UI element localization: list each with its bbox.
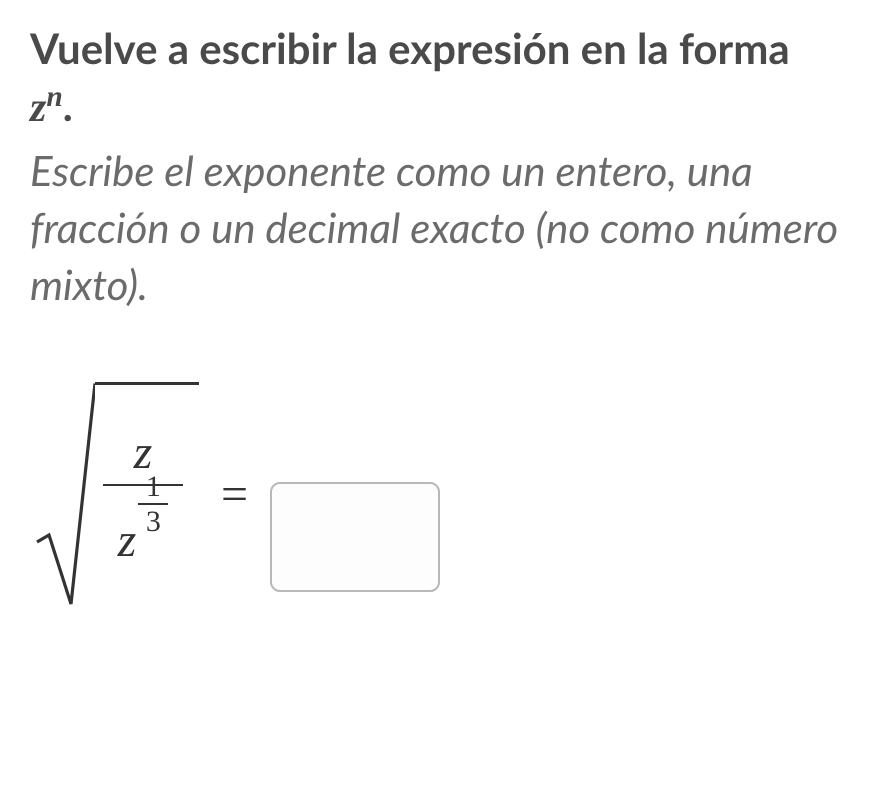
denominator-content: z 1 3 <box>118 490 169 568</box>
equals-sign: = <box>221 467 248 522</box>
main-fraction: z z 1 3 <box>103 421 183 573</box>
math-z-base: z <box>30 85 46 131</box>
prompt-period: . <box>63 80 73 130</box>
prompt-instruction: Vuelve a escribir la expresión en la for… <box>30 20 840 136</box>
math-n-exponent: n <box>46 81 62 113</box>
square-root-expression: z z 1 3 <box>35 382 199 607</box>
denominator-z: z <box>118 513 137 568</box>
fraction-denominator: z 1 3 <box>110 486 177 572</box>
exp-denominator: 3 <box>146 505 161 538</box>
radical-icon <box>35 382 95 607</box>
radicand: z z 1 3 <box>95 382 199 607</box>
exp-numerator: 1 <box>146 470 161 503</box>
exponent-fraction: 1 3 <box>138 470 168 538</box>
prompt-hint: Escribe el exponente como un entero, una… <box>30 142 840 312</box>
answer-input[interactable] <box>270 482 440 592</box>
prompt-bold-text: Vuelve a escribir la expresión en la for… <box>30 23 790 73</box>
equation-row: z z 1 3 = <box>35 382 840 607</box>
